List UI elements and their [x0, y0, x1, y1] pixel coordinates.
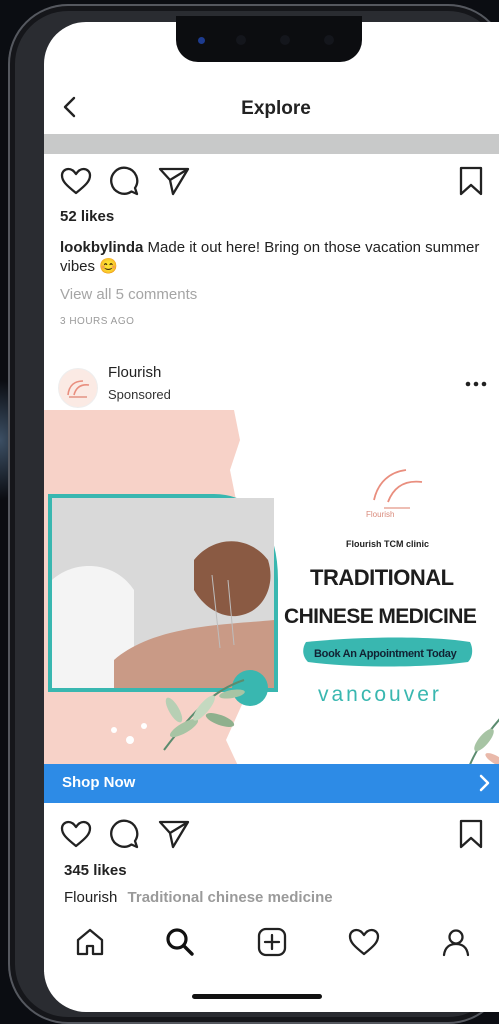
ad-headline-line2: CHINESE MEDICINE: [284, 605, 477, 628]
previous-post-image: [44, 134, 499, 154]
heart-icon[interactable]: [60, 166, 92, 196]
heart-icon[interactable]: [348, 927, 380, 957]
phone-frame: Explore 52 likes lookbylinda Made it out…: [8, 4, 499, 1024]
explore-header: Explore: [44, 84, 499, 134]
home-indicator: [192, 994, 322, 999]
view-comments-link[interactable]: View all 5 comments: [60, 286, 197, 303]
ad-headline-line1: TRADITIONAL: [310, 565, 454, 590]
phone-notch: [176, 16, 362, 62]
post-likes-count[interactable]: 52 likes: [60, 208, 114, 225]
ad-creative-graphic: [44, 410, 499, 780]
chevron-right-icon: [479, 774, 490, 792]
emoji-icon: 😊: [99, 258, 118, 275]
shop-now-label: Shop Now: [62, 774, 136, 791]
shop-now-button[interactable]: Shop Now: [44, 764, 499, 803]
sensor-icon: [236, 35, 246, 45]
ad-account-name[interactable]: Flourish: [108, 364, 161, 381]
ad-cta-badge: Book An Appointment Today: [314, 648, 457, 660]
more-dots-icon[interactable]: [464, 380, 488, 388]
sensor-icon: [324, 35, 334, 45]
search-icon[interactable]: [164, 926, 196, 958]
post-timestamp: 3 HOURS AGO: [60, 316, 135, 327]
heart-icon[interactable]: [60, 819, 92, 849]
profile-icon[interactable]: [440, 926, 472, 958]
paper-plane-icon[interactable]: [158, 819, 190, 849]
ad-city: vancouver: [318, 683, 442, 706]
paper-plane-icon[interactable]: [158, 166, 190, 196]
camera-dot-icon: [198, 37, 205, 44]
ad-creative-image[interactable]: Flourish Flourish TCM clinic TRADITIONAL…: [44, 410, 499, 780]
ad-clinic-name: Flourish TCM clinic: [346, 539, 430, 549]
ad-caption: Flourish Traditional chinese medicine: [64, 889, 333, 906]
home-icon[interactable]: [74, 926, 106, 958]
sponsored-label: Sponsored: [108, 387, 171, 402]
app-screen: Explore 52 likes lookbylinda Made it out…: [44, 22, 499, 1012]
add-post-icon[interactable]: [256, 926, 288, 958]
page-title: Explore: [241, 98, 311, 119]
ad-caption-text: Traditional chinese medicine: [127, 889, 333, 906]
bottom-tab-bar: [44, 912, 499, 972]
sensor-icon: [280, 35, 290, 45]
ad-logo-text: Flourish: [366, 510, 395, 519]
avatar[interactable]: [58, 368, 98, 408]
comment-icon[interactable]: [108, 818, 140, 850]
post-username[interactable]: lookbylinda: [60, 239, 143, 256]
ad-likes-count[interactable]: 345 likes: [64, 862, 127, 879]
ad-caption-user[interactable]: Flourish: [64, 889, 117, 906]
comment-icon[interactable]: [108, 165, 140, 197]
bookmark-icon[interactable]: [458, 165, 484, 197]
post-caption: lookbylinda Made it out here! Bring on t…: [60, 238, 480, 276]
bookmark-icon[interactable]: [458, 818, 484, 850]
